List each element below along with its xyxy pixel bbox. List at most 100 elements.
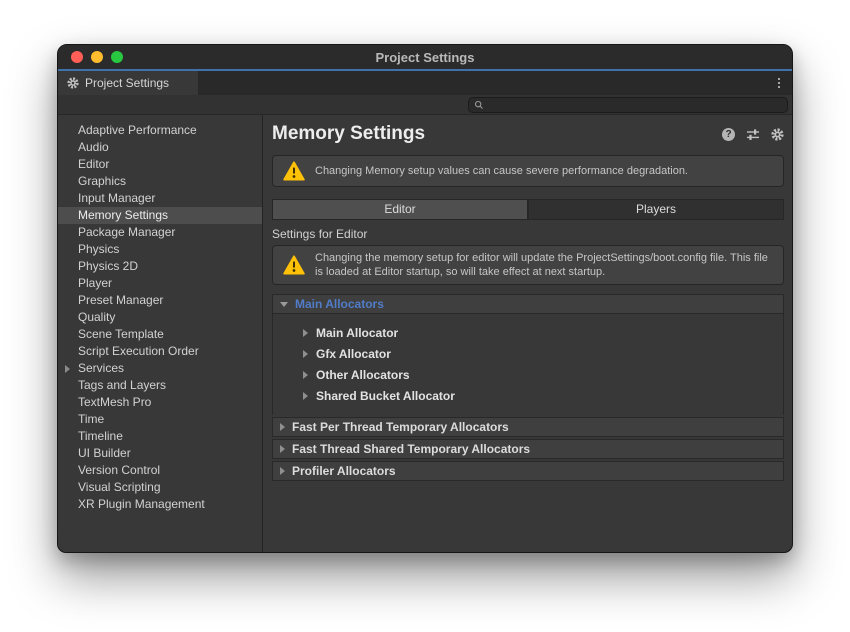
sidebar-item-label: Adaptive Performance (78, 123, 197, 137)
sidebar-item-editor[interactable]: Editor (58, 156, 262, 173)
sidebar-item-ui-builder[interactable]: UI Builder (58, 445, 262, 462)
minimize-button[interactable] (91, 51, 103, 63)
foldout-label: Fast Per Thread Temporary Allocators (292, 420, 509, 434)
sidebar-item-label: XR Plugin Management (78, 497, 205, 511)
chevron-down-icon (280, 302, 288, 307)
search-icon (474, 100, 484, 110)
sidebar-item-adaptive-performance[interactable]: Adaptive Performance (58, 122, 262, 139)
sidebar-item-label: Time (78, 412, 104, 426)
section-label: Settings for Editor (272, 227, 784, 241)
foldout-label: Profiler Allocators (292, 464, 396, 478)
tab-editor[interactable]: Editor (272, 199, 528, 220)
zoom-button[interactable] (111, 51, 123, 63)
sidebar-item-label: Version Control (78, 463, 160, 477)
sidebar-item-audio[interactable]: Audio (58, 139, 262, 156)
main-allocators-content: Main Allocator Gfx Allocator Other Alloc… (272, 314, 784, 415)
warning-text: Changing Memory setup values can cause s… (315, 164, 688, 178)
settings-sidebar: Adaptive Performance Audio Editor Graphi… (58, 115, 263, 552)
page-title: Memory Settings (272, 123, 722, 145)
sidebar-item-label: Physics (78, 242, 119, 256)
dock-tab-strip: Project Settings (58, 69, 792, 95)
sidebar-item-label: Scene Template (78, 327, 164, 341)
search-input[interactable] (488, 99, 782, 111)
chevron-right-icon (280, 445, 285, 453)
sidebar-item-time[interactable]: Time (58, 411, 262, 428)
sidebar-item-services[interactable]: Services (58, 360, 262, 377)
foldout-shared-bucket-allocator[interactable]: Shared Bucket Allocator (273, 385, 783, 406)
sidebar-item-tags-and-layers[interactable]: Tags and Layers (58, 377, 262, 394)
sidebar-item-xr-plugin-management[interactable]: XR Plugin Management (58, 496, 262, 513)
sidebar-item-version-control[interactable]: Version Control (58, 462, 262, 479)
sidebar-item-player[interactable]: Player (58, 275, 262, 292)
sidebar-item-label: UI Builder (78, 446, 131, 460)
chevron-right-icon (303, 392, 308, 400)
sidebar-item-label: Player (78, 276, 112, 290)
foldout-main-allocators[interactable]: Main Allocators (272, 294, 784, 314)
chevron-right-icon (280, 423, 285, 431)
sidebar-item-visual-scripting[interactable]: Visual Scripting (58, 479, 262, 496)
sidebar-item-label: Preset Manager (78, 293, 163, 307)
content: Adaptive Performance Audio Editor Graphi… (58, 115, 792, 552)
memory-settings-panel: Memory Settings ? (263, 115, 792, 552)
window-title: Project Settings (58, 50, 792, 65)
tab-label: Project Settings (85, 76, 169, 90)
foldout-main-allocator[interactable]: Main Allocator (273, 322, 783, 343)
close-button[interactable] (71, 51, 83, 63)
foldout-label: Main Allocators (295, 297, 384, 311)
preset-icon[interactable] (746, 128, 760, 141)
foldout-profiler-allocators[interactable]: Profiler Allocators (272, 461, 784, 481)
help-icon[interactable]: ? (722, 128, 735, 141)
allocator-foldouts: Main Allocators Main Allocator Gfx Alloc… (272, 294, 784, 481)
sidebar-item-timeline[interactable]: Timeline (58, 428, 262, 445)
sidebar-item-label: Timeline (78, 429, 123, 443)
foldout-label: Gfx Allocator (316, 347, 391, 361)
titlebar[interactable]: Project Settings (58, 45, 792, 69)
sidebar-item-textmesh-pro[interactable]: TextMesh Pro (58, 394, 262, 411)
chevron-right-icon (303, 350, 308, 358)
sidebar-item-label: Visual Scripting (78, 480, 161, 494)
sidebar-item-label: Tags and Layers (78, 378, 166, 392)
sidebar-item-memory-settings[interactable]: Memory Settings (58, 207, 262, 224)
foldout-arrow-icon (65, 365, 70, 373)
sidebar-item-quality[interactable]: Quality (58, 309, 262, 326)
tab-project-settings[interactable]: Project Settings (58, 71, 198, 95)
project-settings-window: Project Settings Project Settings (57, 44, 793, 553)
sidebar-item-label: Script Execution Order (78, 344, 199, 358)
foldout-fast-thread-shared-temporary-allocators[interactable]: Fast Thread Shared Temporary Allocators (272, 439, 784, 459)
chevron-right-icon (303, 371, 308, 379)
foldout-gfx-allocator[interactable]: Gfx Allocator (273, 343, 783, 364)
panel-header: Memory Settings ? (272, 121, 784, 147)
sidebar-item-label: Memory Settings (78, 208, 168, 222)
header-icons: ? (722, 128, 784, 141)
sidebar-item-input-manager[interactable]: Input Manager (58, 190, 262, 207)
warning-icon (283, 161, 305, 181)
foldout-label: Shared Bucket Allocator (316, 389, 455, 403)
sidebar-item-physics[interactable]: Physics (58, 241, 262, 258)
sidebar-item-package-manager[interactable]: Package Manager (58, 224, 262, 241)
foldout-label: Fast Thread Shared Temporary Allocators (292, 442, 530, 456)
sidebar-item-graphics[interactable]: Graphics (58, 173, 262, 190)
tab-players[interactable]: Players (528, 199, 784, 220)
sidebar-item-label: Services (78, 361, 124, 375)
sidebar-item-label: Quality (78, 310, 115, 324)
kebab-menu-icon[interactable] (778, 71, 780, 95)
sidebar-item-scene-template[interactable]: Scene Template (58, 326, 262, 343)
foldout-label: Other Allocators (316, 368, 410, 382)
sidebar-item-physics-2d[interactable]: Physics 2D (58, 258, 262, 275)
foldout-fast-per-thread-temporary-allocators[interactable]: Fast Per Thread Temporary Allocators (272, 417, 784, 437)
desktop: Project Settings Project Settings (0, 0, 850, 632)
chevron-right-icon (303, 329, 308, 337)
gear-icon[interactable] (771, 128, 784, 141)
search-box[interactable] (468, 97, 788, 113)
warning-icon (283, 255, 305, 275)
foldout-other-allocators[interactable]: Other Allocators (273, 364, 783, 385)
sidebar-item-preset-manager[interactable]: Preset Manager (58, 292, 262, 309)
sidebar-item-label: Editor (78, 157, 109, 171)
sidebar-item-script-execution-order[interactable]: Script Execution Order (58, 343, 262, 360)
foldout-label: Main Allocator (316, 326, 398, 340)
gear-icon (67, 77, 79, 89)
sidebar-item-label: Physics 2D (78, 259, 138, 273)
warning-text: Changing the memory setup for editor wil… (315, 251, 773, 279)
search-row (58, 95, 792, 115)
sidebar-item-label: Package Manager (78, 225, 175, 239)
